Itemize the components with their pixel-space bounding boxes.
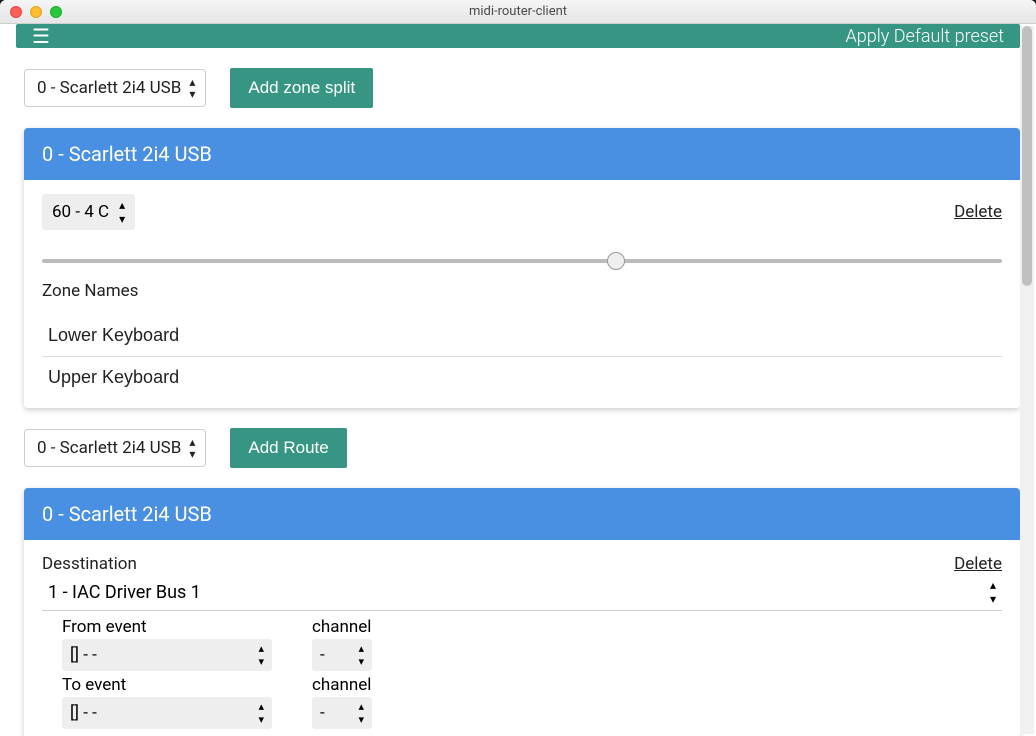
caret-icon: ▴▾: [358, 642, 364, 668]
traffic-lights: [0, 6, 62, 18]
zone-card-body: 60 - 4 C ▴▾ Delete Zone Names: [24, 180, 1020, 408]
route-card-body: Desstination Delete 1 - IAC Driver Bus 1…: [24, 540, 1020, 736]
main-toolbar: ☰ Apply Default preset: [16, 24, 1020, 48]
route-controls: 0 - Scarlett 2i4 USB ▴▾ Add Route: [24, 428, 1020, 468]
add-zone-split-button[interactable]: Add zone split: [230, 68, 373, 108]
from-channel-label: channel: [312, 617, 372, 637]
zoom-window-icon[interactable]: [50, 6, 62, 18]
delete-zone-link[interactable]: Delete: [954, 202, 1002, 222]
minimize-window-icon[interactable]: [30, 6, 42, 18]
from-event-row: From event [] - - ▴▾ channel - ▴▾: [42, 617, 1002, 671]
destination-label: Desstination: [42, 554, 137, 574]
from-channel-select[interactable]: - ▴▾: [312, 639, 372, 671]
route-card: 0 - Scarlett 2i4 USB Desstination Delete…: [24, 488, 1020, 736]
split-slider-wrap: [42, 248, 1002, 267]
zone-name-input[interactable]: [42, 357, 1002, 398]
from-channel-value: -: [320, 645, 325, 665]
route-card-title: 0 - Scarlett 2i4 USB: [24, 488, 1020, 540]
caret-icon: ▴▾: [258, 700, 264, 726]
to-channel-select[interactable]: - ▴▾: [312, 697, 372, 729]
destination-select[interactable]: 1 - IAC Driver Bus 1 ▴▾: [42, 574, 1002, 611]
zone-split-row: 60 - 4 C ▴▾ Delete: [42, 194, 1002, 230]
caret-icon: ▴▾: [189, 436, 195, 460]
window-title: midi-router-client: [469, 4, 567, 19]
from-event-value: [] - -: [70, 645, 97, 665]
zone-card-title: 0 - Scarlett 2i4 USB: [24, 128, 1020, 180]
split-slider[interactable]: [42, 259, 1002, 263]
delete-route-link[interactable]: Delete: [954, 554, 1002, 574]
apply-default-preset-button[interactable]: Apply Default preset: [846, 26, 1004, 47]
caret-icon: ▴▾: [258, 642, 264, 668]
menu-icon[interactable]: ☰: [32, 24, 50, 48]
split-note-value: 60 - 4 C: [52, 202, 109, 222]
to-channel-label: channel: [312, 675, 372, 695]
titlebar: midi-router-client: [0, 0, 1036, 24]
zone-device-select-value: 0 - Scarlett 2i4 USB: [37, 78, 181, 98]
destination-select-value: 1 - IAC Driver Bus 1: [48, 582, 201, 603]
zone-names-list: [42, 315, 1002, 398]
app-window: midi-router-client ☰ Apply Default prese…: [0, 0, 1036, 736]
add-route-button[interactable]: Add Route: [230, 428, 346, 468]
route-device-select-value: 0 - Scarlett 2i4 USB: [37, 438, 181, 458]
split-note-select[interactable]: 60 - 4 C ▴▾: [42, 194, 135, 230]
from-event-select[interactable]: [] - - ▴▾: [62, 639, 272, 671]
content-area: 0 - Scarlett 2i4 USB ▴▾ Add zone split 0…: [0, 48, 1036, 736]
destination-row: Desstination Delete: [42, 554, 1002, 574]
zone-name-input[interactable]: [42, 315, 1002, 357]
caret-icon: ▴▾: [990, 578, 996, 606]
zone-names-label: Zone Names: [42, 281, 1002, 301]
route-device-select[interactable]: 0 - Scarlett 2i4 USB ▴▾: [24, 429, 206, 467]
zone-split-controls: 0 - Scarlett 2i4 USB ▴▾ Add zone split: [24, 68, 1020, 108]
to-event-row: To event [] - - ▴▾ channel - ▴▾: [42, 675, 1002, 729]
to-event-value: [] - -: [70, 703, 97, 723]
caret-icon: ▴▾: [358, 700, 364, 726]
close-window-icon[interactable]: [10, 6, 22, 18]
from-event-label: From event: [62, 617, 272, 637]
caret-icon: ▴▾: [189, 76, 195, 100]
vertical-scrollbar[interactable]: [1020, 26, 1034, 734]
scrollbar-thumb[interactable]: [1022, 26, 1032, 286]
to-event-label: To event: [62, 675, 272, 695]
to-event-select[interactable]: [] - - ▴▾: [62, 697, 272, 729]
zone-card: 0 - Scarlett 2i4 USB 60 - 4 C ▴▾ Delete …: [24, 128, 1020, 408]
caret-icon: ▴▾: [119, 198, 125, 226]
zone-device-select[interactable]: 0 - Scarlett 2i4 USB ▴▾: [24, 69, 206, 107]
app-body: ☰ Apply Default preset 0 - Scarlett 2i4 …: [0, 24, 1036, 736]
to-channel-value: -: [320, 703, 325, 723]
